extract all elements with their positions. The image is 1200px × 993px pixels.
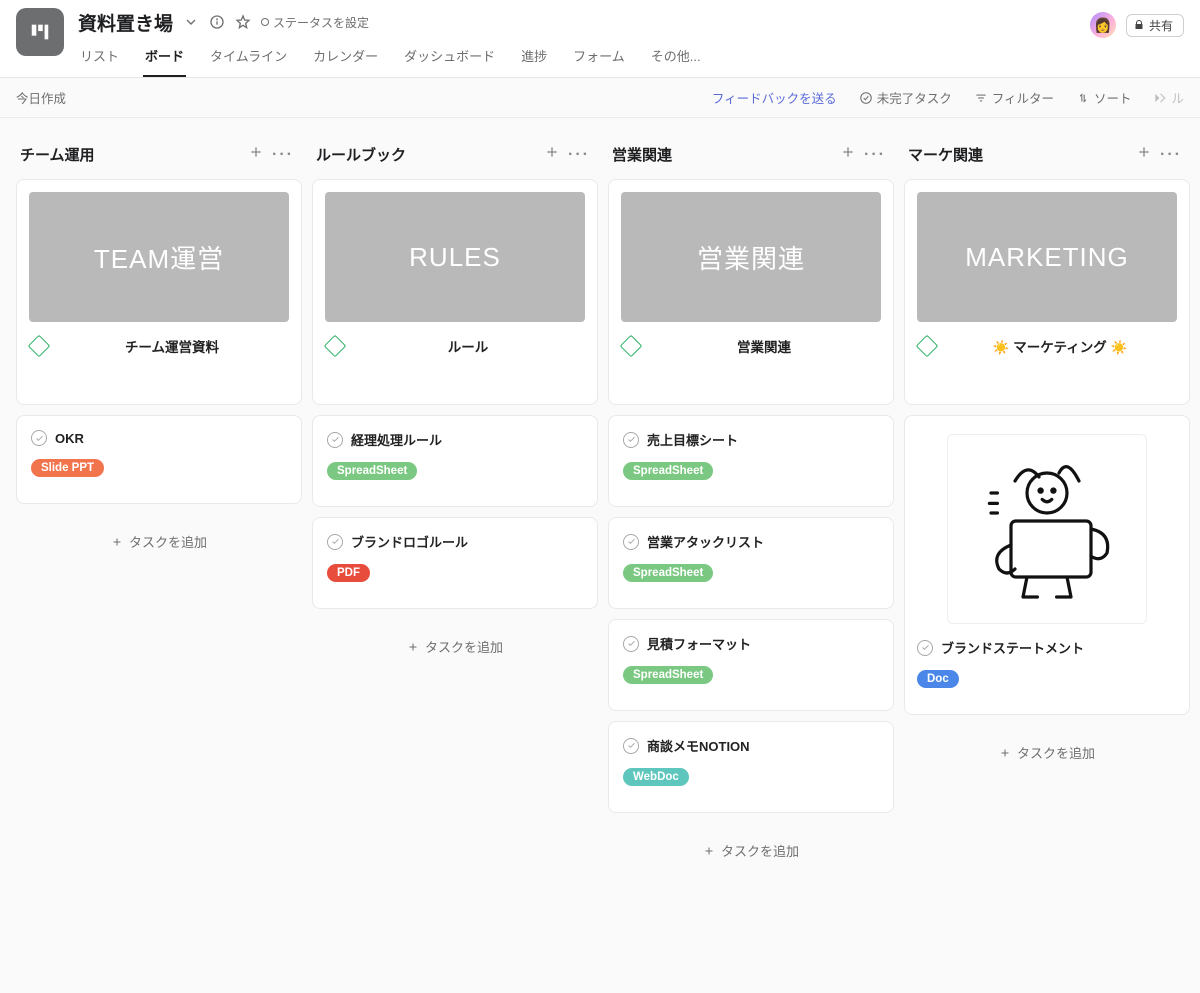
feedback-link[interactable]: フィードバックを送る: [712, 88, 837, 107]
board: チーム運用···TEAM運営チーム運営資料OKRSlide PPTタスクを追加ル…: [0, 118, 1200, 993]
cover-image: TEAM運営: [29, 192, 289, 322]
tab-4[interactable]: ダッシュボード: [402, 42, 497, 77]
tab-3[interactable]: カレンダー: [311, 42, 380, 77]
created-today-label: 今日作成: [16, 88, 66, 107]
column-3: マーケ関連 ··· MARKETING ☀️ マーケティング ☀️ ブランドステートメ…: [904, 142, 1190, 780]
tab-7[interactable]: その他...: [649, 42, 703, 77]
complete-toggle[interactable]: [623, 738, 639, 754]
task-card[interactable]: 経理処理ルール SpreadSheet: [312, 415, 598, 507]
column-title[interactable]: ルールブック: [316, 144, 540, 165]
task-title: 経理処理ルール: [351, 430, 442, 449]
tag-chip[interactable]: PDF: [327, 564, 370, 582]
column-title[interactable]: チーム運用: [20, 144, 244, 165]
add-task-button[interactable]: タスクを追加: [904, 725, 1190, 780]
milestone-icon: [28, 335, 51, 358]
complete-toggle[interactable]: [31, 430, 47, 446]
task-title: OKR: [55, 431, 84, 446]
tab-1[interactable]: ボード: [143, 42, 186, 77]
tab-0[interactable]: リスト: [78, 42, 121, 77]
cover-subtitle: ルール: [353, 336, 583, 356]
status-set-button[interactable]: ステータスを設定: [261, 14, 369, 31]
tab-6[interactable]: フォーム: [571, 42, 627, 77]
complete-toggle[interactable]: [623, 636, 639, 652]
add-task-button[interactable]: タスクを追加: [608, 823, 894, 878]
column-0: チーム運用 ··· TEAM運営チーム運営資料 OKR Slide PPT タスクを追加: [16, 142, 302, 569]
cover-image: 営業関連: [621, 192, 881, 322]
view-tabs: リストボードタイムラインカレンダーダッシュボード進捗フォームその他...: [78, 42, 1090, 77]
tag-chip[interactable]: SpreadSheet: [623, 666, 713, 684]
task-card[interactable]: 見積フォーマット SpreadSheet: [608, 619, 894, 711]
tag-chip[interactable]: SpreadSheet: [623, 564, 713, 582]
column-title[interactable]: マーケ関連: [908, 144, 1132, 165]
task-card[interactable]: 営業アタックリスト SpreadSheet: [608, 517, 894, 609]
complete-toggle[interactable]: [623, 534, 639, 550]
add-task-button[interactable]: タスクを追加: [312, 619, 598, 674]
cover-subtitle: 営業関連: [649, 336, 879, 356]
task-title: ブランドロゴルール: [351, 532, 468, 551]
project-icon: [16, 8, 64, 56]
incomplete-tasks-button[interactable]: 未完了タスク: [859, 88, 952, 107]
column-add-button[interactable]: [540, 142, 564, 167]
project-title[interactable]: 資料置き場: [78, 9, 173, 36]
chevron-down-icon[interactable]: [183, 14, 199, 30]
tag-chip[interactable]: Doc: [917, 670, 959, 688]
task-card[interactable]: OKR Slide PPT: [16, 415, 302, 504]
milestone-icon: [916, 335, 939, 358]
cover-image: RULES: [325, 192, 585, 322]
cover-image: MARKETING: [917, 192, 1177, 322]
cover-card[interactable]: 営業関連営業関連: [608, 179, 894, 405]
add-task-button[interactable]: タスクを追加: [16, 514, 302, 569]
complete-toggle[interactable]: [623, 432, 639, 448]
cover-subtitle: チーム運営資料: [57, 336, 287, 356]
info-icon[interactable]: [209, 14, 225, 30]
complete-toggle[interactable]: [327, 432, 343, 448]
tag-chip[interactable]: Slide PPT: [31, 459, 104, 477]
topbar: 資料置き場 ステータスを設定 リストボードタイムラインカレンダーダッシュボード進…: [0, 0, 1200, 78]
star-icon[interactable]: [235, 14, 251, 30]
complete-toggle[interactable]: [327, 534, 343, 550]
column-title[interactable]: 営業関連: [612, 144, 836, 165]
tab-2[interactable]: タイムライン: [208, 42, 289, 77]
avatar[interactable]: 👩: [1090, 12, 1116, 38]
complete-toggle[interactable]: [917, 640, 933, 656]
column-1: ルールブック ··· RULES ルール経理処理ルール SpreadSheet ブランドロ…: [312, 142, 598, 674]
cover-subtitle: ☀️ マーケティング ☀️: [945, 336, 1175, 356]
task-title: ブランドステートメント: [941, 638, 1084, 657]
task-card[interactable]: ブランドロゴルール PDF: [312, 517, 598, 609]
tag-chip[interactable]: SpreadSheet: [623, 462, 713, 480]
task-title: 商談メモNOTION: [647, 736, 750, 755]
tag-chip[interactable]: SpreadSheet: [327, 462, 417, 480]
doodle-image: [967, 449, 1127, 609]
share-label: 共有: [1149, 17, 1173, 34]
column-more-button[interactable]: ···: [268, 146, 298, 164]
cover-card[interactable]: MARKETING ☀️ マーケティング ☀️: [904, 179, 1190, 405]
board-toolbar: 今日作成 フィードバックを送る 未完了タスク フィルター ソート ル: [0, 78, 1200, 118]
column-add-button[interactable]: [836, 142, 860, 167]
task-card[interactable]: 売上目標シート SpreadSheet: [608, 415, 894, 507]
task-card[interactable]: 商談メモNOTION WebDoc: [608, 721, 894, 813]
column-add-button[interactable]: [244, 142, 268, 167]
tab-5[interactable]: 進捗: [519, 42, 549, 77]
tag-chip[interactable]: WebDoc: [623, 768, 689, 786]
sort-button[interactable]: ソート: [1076, 88, 1132, 107]
column-more-button[interactable]: ···: [564, 146, 594, 164]
column-2: 営業関連···営業関連営業関連売上目標シートSpreadSheet営業アタックリ…: [608, 142, 894, 878]
cover-card[interactable]: TEAM運営チーム運営資料: [16, 179, 302, 405]
filter-button[interactable]: フィルター: [974, 88, 1054, 107]
task-title: 営業アタックリスト: [647, 532, 764, 551]
card-image: [947, 434, 1147, 624]
milestone-icon: [620, 335, 643, 358]
column-more-button[interactable]: ···: [1156, 146, 1186, 164]
cover-card[interactable]: RULES ルール: [312, 179, 598, 405]
image-card[interactable]: ブランドステートメント Doc: [904, 415, 1190, 715]
column-more-button[interactable]: ···: [860, 146, 890, 164]
rules-button-cut[interactable]: ル: [1153, 88, 1184, 107]
milestone-icon: [324, 335, 347, 358]
task-title: 売上目標シート: [647, 430, 738, 449]
status-label: ステータスを設定: [273, 14, 369, 31]
share-button[interactable]: 共有: [1126, 14, 1184, 37]
column-add-button[interactable]: [1132, 142, 1156, 167]
task-title: 見積フォーマット: [647, 634, 751, 653]
status-dot-icon: [261, 18, 269, 26]
